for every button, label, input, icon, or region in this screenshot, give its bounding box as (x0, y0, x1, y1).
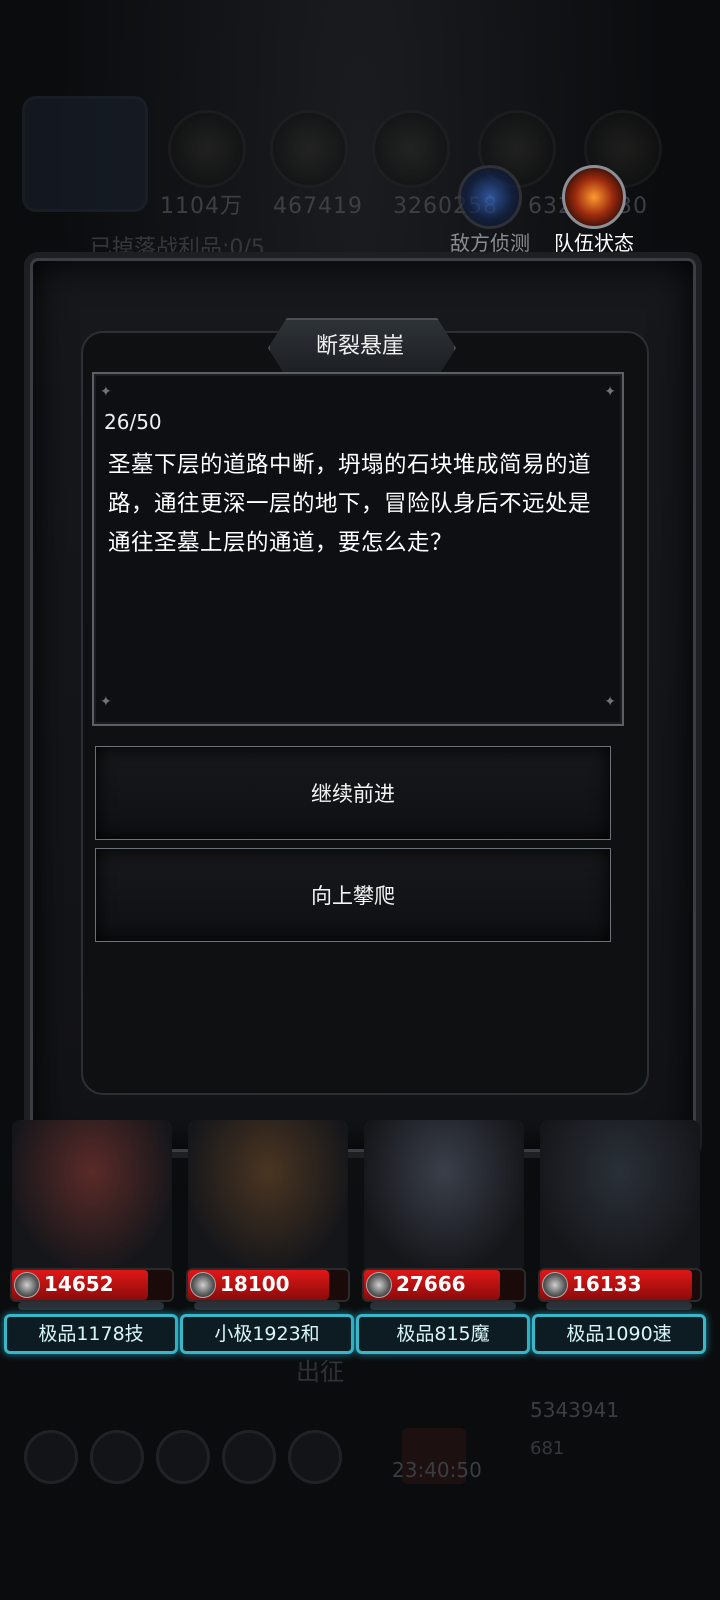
hero-name-tag: 极品1090速 (532, 1314, 706, 1354)
player-avatar (22, 96, 148, 212)
hero-portrait (12, 1120, 172, 1268)
hero-portrait (188, 1120, 348, 1268)
hp-icon (542, 1272, 568, 1298)
sparkle-icon: ✦ (604, 384, 616, 400)
hero-card[interactable]: 14652 极品1178技 (4, 1120, 180, 1360)
stat-value: 467419 (273, 194, 363, 219)
hero-card[interactable]: 16133 极品1090速 (532, 1120, 708, 1360)
sparkle-icon: ✦ (604, 694, 616, 710)
enemy-scout-button[interactable]: 敌方侦测 (440, 165, 540, 256)
stat-value: 1104万 (160, 194, 243, 219)
hero-hp-value: 16133 (572, 1272, 642, 1296)
sparkle-icon: ✦ (100, 384, 112, 400)
nav-icon (90, 1430, 144, 1484)
hero-secondary-bar (18, 1302, 164, 1310)
hero-portrait (540, 1120, 700, 1268)
hero-card[interactable]: 18100 小极1923和 (180, 1120, 356, 1360)
hero-hp-bar: 16133 (538, 1268, 702, 1302)
hero-hp-value: 18100 (220, 1272, 290, 1296)
hero-card[interactable]: 27666 极品815魔 (356, 1120, 532, 1360)
hero-hp-value: 14652 (44, 1272, 114, 1296)
nav-icon (288, 1430, 342, 1484)
nav-icon (222, 1430, 276, 1484)
hero-name-tag: 小极1923和 (180, 1314, 354, 1354)
dialog-title: 断裂悬崖 (315, 334, 404, 359)
coin-count: 5343941 (530, 1398, 620, 1422)
hero-name-tag: 极品1178技 (4, 1314, 178, 1354)
scout-orb-icon (458, 165, 522, 229)
skill-orb-icon (372, 110, 450, 188)
hp-icon (190, 1272, 216, 1298)
hero-hp-bar: 14652 (10, 1268, 174, 1302)
hero-portrait (364, 1120, 524, 1268)
sparkle-icon: ✦ (100, 694, 112, 710)
hero-name-tag: 极品815魔 (356, 1314, 530, 1354)
team-status-orb-icon (562, 165, 626, 229)
team-status-button[interactable]: 队伍状态 (544, 165, 644, 256)
choice-continue-button[interactable]: 继续前进 (95, 746, 611, 840)
hero-hp-value: 27666 (396, 1272, 466, 1296)
hp-icon (14, 1272, 40, 1298)
hero-hp-bar: 18100 (186, 1268, 350, 1302)
hero-secondary-bar (194, 1302, 340, 1310)
hero-secondary-bar (370, 1302, 516, 1310)
nav-icon (156, 1430, 210, 1484)
nav-icon (24, 1430, 78, 1484)
choice-climb-button[interactable]: 向上攀爬 (95, 848, 611, 942)
enemy-scout-label: 敌方侦测 (450, 231, 530, 255)
hero-secondary-bar (546, 1302, 692, 1310)
timer: 23:40:50 (392, 1458, 482, 1482)
skill-orb-icon (168, 110, 246, 188)
hp-icon (366, 1272, 392, 1298)
story-text: 圣墓下层的道路中断，坍塌的石块堆成简易的道路，通往更深一层的地下，冒险队身后不远… (108, 452, 592, 556)
event-progress: 26/50 (104, 410, 162, 434)
gem-count: 681 (530, 1438, 565, 1459)
team-status-label: 队伍状态 (554, 231, 634, 255)
skill-orb-icon (270, 110, 348, 188)
hero-hp-bar: 27666 (362, 1268, 526, 1302)
